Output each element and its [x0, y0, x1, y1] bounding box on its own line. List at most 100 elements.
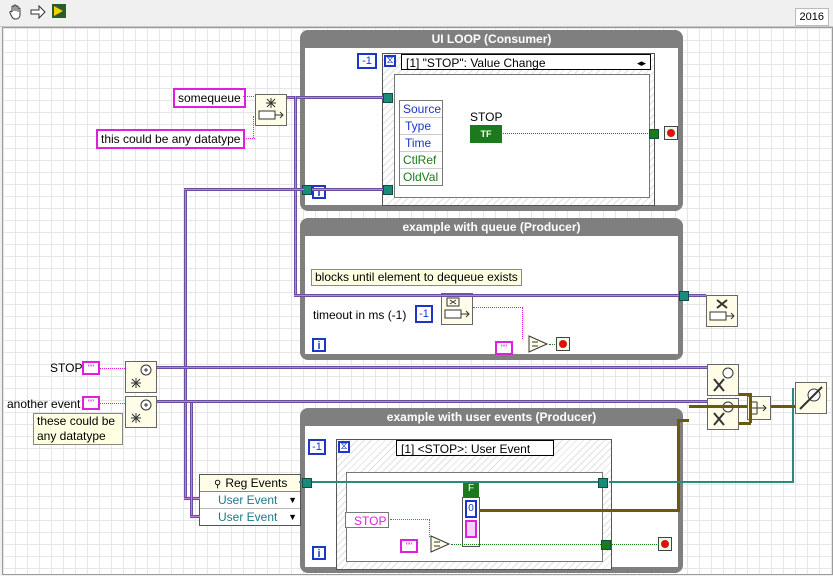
event-data-oldval: OldVal: [403, 170, 439, 184]
ui-event-case-label: [1] "STOP": Value Change: [406, 56, 546, 70]
block-diagram-toolbar: 2016: [0, 0, 833, 27]
user-event-ref-wire-2: [157, 400, 707, 403]
register-events-node[interactable]: ⚲ Reg Events User Event ▼ User Event ▼: [199, 474, 301, 526]
unregister-events-icon[interactable]: [795, 382, 827, 414]
case-arrows-icon: ◂▸: [636, 58, 646, 68]
queue-ref-wire-producer: [294, 294, 706, 297]
queue-timeout-const[interactable]: -1: [415, 305, 433, 323]
queue-empty-string[interactable]: "": [495, 341, 513, 355]
another-event-label: another event: [7, 397, 81, 411]
event-reg-wire: [299, 481, 604, 483]
another-event-wire: [100, 403, 125, 404]
another-event-string-const[interactable]: "": [82, 396, 100, 410]
queue-note: blocks until element to dequeue exists: [311, 269, 522, 286]
stop-string-const[interactable]: "": [82, 361, 100, 375]
event-reg-out-wire-v: [792, 388, 794, 483]
ui-stop-wire: [500, 133, 652, 134]
somequeue-constant[interactable]: somequeue: [173, 88, 246, 108]
reg-events-row-1[interactable]: User Event ▼: [200, 492, 300, 509]
somequeue-wire: [243, 96, 256, 97]
destroy-user-event-icon[interactable]: [707, 364, 739, 396]
cluster-wire: [479, 509, 679, 512]
obtain-queue-icon[interactable]: [255, 94, 287, 126]
datatype-note-constant[interactable]: this could be any datatype: [96, 129, 246, 149]
error-wire-v: [749, 393, 752, 423]
event-data-node[interactable]: Source Type Time CtlRef OldVal: [399, 100, 443, 186]
user-event-datatype-note: these could be any datatype: [33, 413, 123, 445]
hand-run-icon[interactable]: [6, 3, 26, 22]
ui-timeout-const[interactable]: -1: [357, 53, 377, 69]
hourglass-icon: ⧖: [338, 441, 350, 453]
user-loop-iteration: i: [312, 546, 326, 560]
destroy-user-event-icon[interactable]: [707, 398, 739, 430]
event-ref-wire-v: [184, 188, 187, 500]
bool-false-const[interactable]: F: [463, 481, 479, 497]
ui-stop-terminal-label: STOP: [470, 110, 503, 124]
queue-loop-stop-icon[interactable]: [556, 337, 570, 351]
user-stop-data-label: STOP: [345, 512, 389, 528]
datatype-wire-v: [253, 116, 254, 138]
queue-loop-title: example with queue (Producer): [402, 220, 581, 234]
equal-icon[interactable]: [527, 334, 549, 354]
user-timeout-const[interactable]: -1: [308, 439, 326, 455]
user-bool-tunnel: [601, 540, 611, 550]
queue-ref-wire-ui: [287, 96, 387, 99]
queue-loop-frame[interactable]: example with queue (Producer): [300, 218, 683, 360]
user-event-reg-tunnel: [598, 478, 608, 488]
user-stop-out-wire: [609, 544, 659, 545]
hourglass-icon: ⧖: [384, 55, 396, 67]
event-data-type: Type: [400, 118, 442, 135]
ui-queue-tunnel-2: [383, 185, 393, 195]
user-empty-string[interactable]: "": [400, 539, 418, 553]
dequeue-element-icon[interactable]: [441, 293, 473, 325]
cluster-wire-top: [677, 419, 689, 422]
queue-loop-iteration: i: [312, 338, 326, 352]
version-label: 2016: [794, 8, 829, 26]
error-wire-3: [739, 422, 751, 425]
user-event-case-selector[interactable]: [1] <STOP>: User Event: [396, 440, 554, 456]
event-ref-wire-reg2: [190, 515, 200, 518]
stop-control-label: STOP: [50, 361, 83, 375]
queue-ref-wire-v: [294, 96, 297, 296]
arrow-run-icon[interactable]: [28, 3, 48, 22]
queue-timeout-label: timeout in ms (-1): [313, 308, 407, 322]
reg-events-row-label: User Event: [218, 510, 278, 524]
event-data-source: Source: [400, 101, 442, 118]
queue-element-wire-v: [522, 307, 523, 339]
reg-events-title: ⚲ Reg Events: [200, 475, 300, 492]
stop-string-wire: [100, 368, 125, 369]
equal-icon[interactable]: [429, 534, 451, 554]
user-stop-string-wire-v: [429, 519, 430, 537]
dropdown-arrow-icon[interactable]: ▼: [288, 509, 297, 525]
reg-events-row-label: User Event: [218, 493, 278, 507]
user-loop-reg-tunnel: [302, 478, 312, 488]
ui-stop-terminal[interactable]: TF: [470, 125, 502, 143]
event-ref-wire-v2: [190, 400, 193, 518]
cluster-string: [465, 520, 477, 538]
ui-loop-title: UI LOOP (Consumer): [431, 32, 552, 46]
error-wire-out: [771, 405, 795, 408]
release-queue-icon[interactable]: [706, 295, 738, 327]
event-data-ctlref: CtlRef: [400, 152, 442, 169]
queue-tunnel-right: [679, 291, 689, 301]
datatype-wire: [243, 138, 255, 139]
ui-loop-stop-icon[interactable]: [664, 126, 678, 140]
reg-events-title-label: Reg Events: [225, 476, 288, 490]
cluster-numeric: 0: [465, 500, 477, 518]
event-ref-wire-top: [184, 188, 304, 191]
block-diagram-canvas: UI LOOP (Consumer) -1 [1] "STOP": Value …: [2, 27, 833, 575]
ui-event-case-selector[interactable]: [1] "STOP": Value Change ◂▸: [401, 54, 651, 70]
create-user-event-icon[interactable]: [125, 361, 157, 393]
dropdown-arrow-icon[interactable]: ▼: [288, 492, 297, 508]
queue-element-wire: [473, 307, 523, 308]
user-loop-stop-icon[interactable]: [658, 537, 672, 551]
user-event-loop-title: example with user events (Producer): [386, 410, 597, 424]
cluster-bundle-node[interactable]: 0: [462, 497, 480, 547]
reg-events-row-2[interactable]: User Event ▼: [200, 509, 300, 525]
create-user-event-icon[interactable]: [125, 396, 157, 428]
user-event-ref-wire-1: [157, 366, 707, 369]
abort-icon[interactable]: [50, 3, 68, 22]
ui-queue-tunnel: [383, 93, 393, 103]
event-data-time: Time: [400, 135, 442, 152]
register-icon: ⚲: [214, 479, 222, 490]
